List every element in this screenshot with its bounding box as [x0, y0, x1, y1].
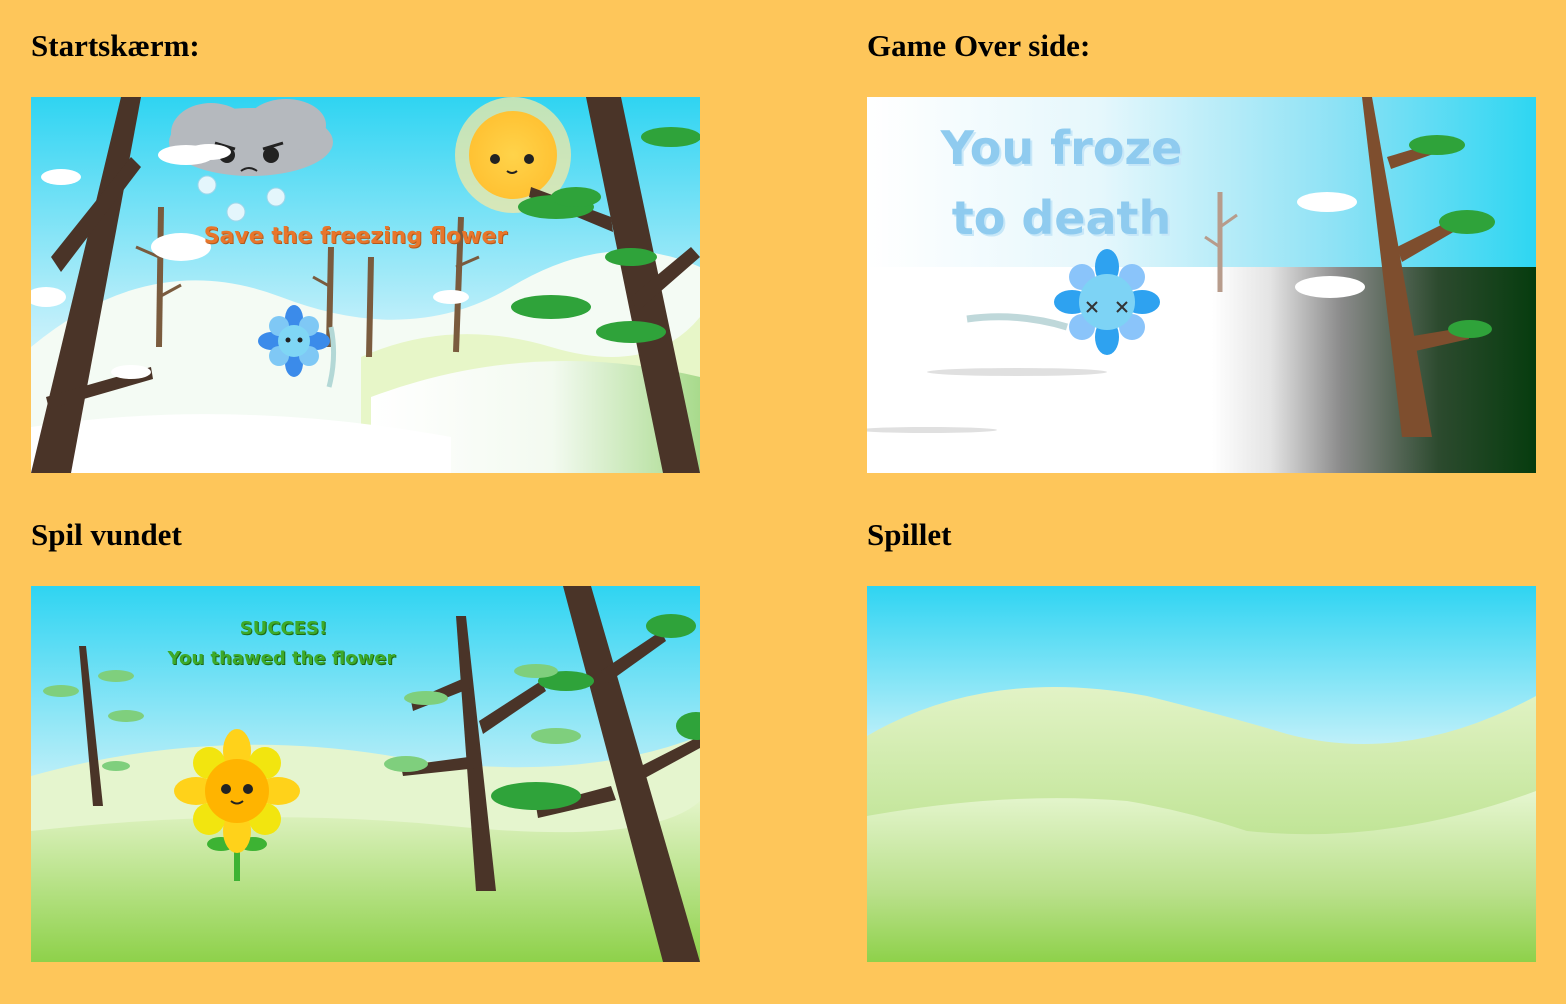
heading-game-won: Spil vundet: [31, 517, 182, 552]
panel-start-screen: Startskærm: Save the freezing flower: [31, 26, 700, 473]
start-screen-illustration: [31, 97, 700, 473]
game-background-illustration: [867, 586, 1536, 962]
panel-game-over: Game Over side: You froze to death: [867, 26, 1536, 473]
game-won-illustration: [31, 586, 700, 962]
game-won-screenshot: SUCCES! You thawed the flower: [31, 586, 700, 962]
heading-start-screen: Startskærm:: [31, 28, 200, 63]
heading-game-over: Game Over side:: [867, 28, 1091, 63]
start-screen-screenshot: Save the freezing flower: [31, 97, 700, 473]
panel-game: Spillet: [867, 515, 1536, 962]
game-over-illustration: [867, 97, 1536, 473]
game-over-screenshot: You froze to death: [867, 97, 1536, 473]
heading-game: Spillet: [867, 517, 952, 552]
panel-game-won: Spil vundet SUCCES! You thawed the flowe…: [31, 515, 700, 962]
game-screenshot: [867, 586, 1536, 962]
